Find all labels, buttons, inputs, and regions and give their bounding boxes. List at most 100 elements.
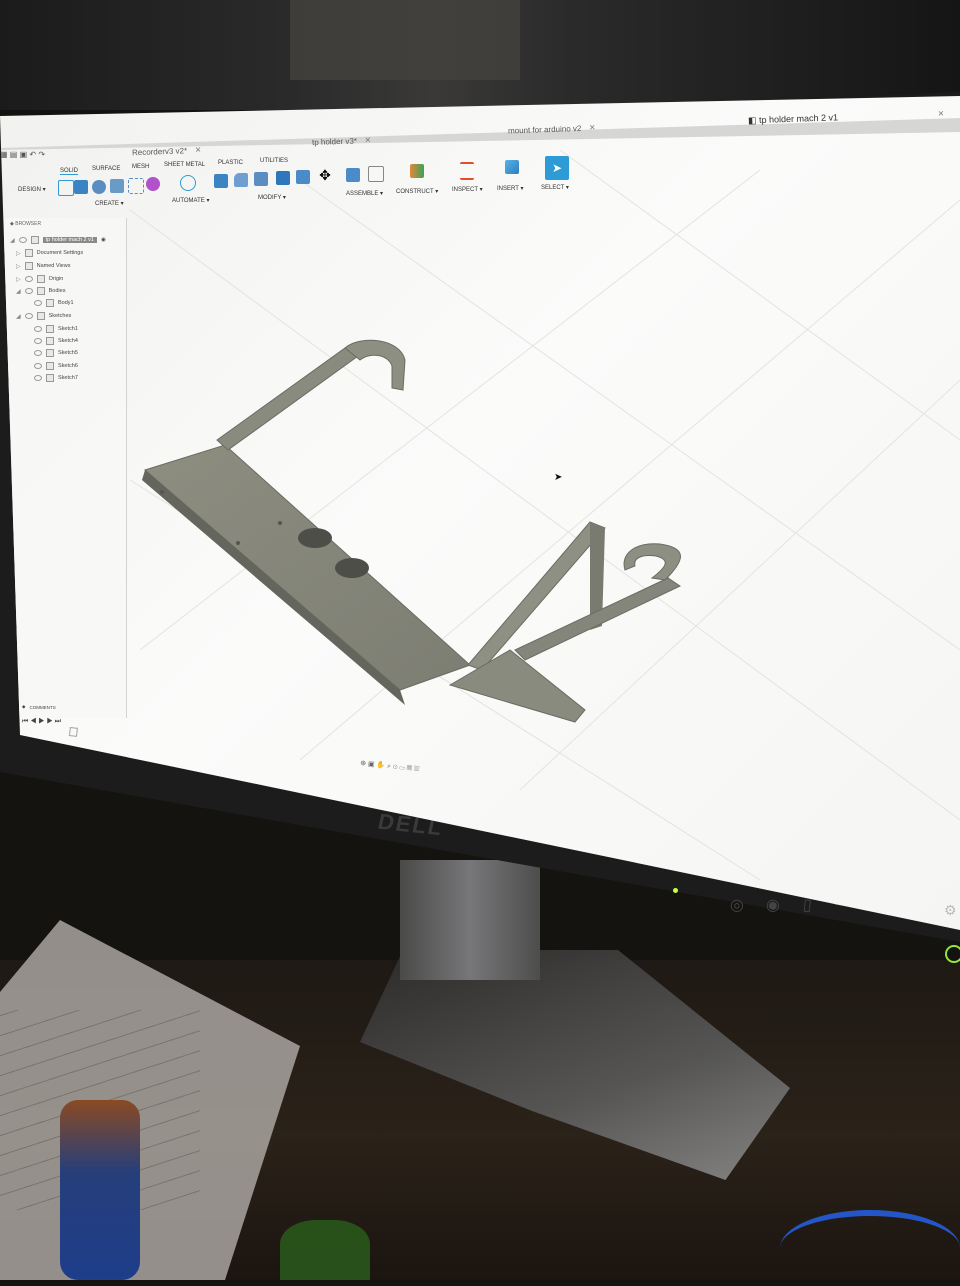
mount-hole-1[interactable] bbox=[298, 528, 332, 548]
body-icon bbox=[46, 299, 54, 307]
hole-icon[interactable] bbox=[110, 179, 124, 193]
top-hook[interactable] bbox=[344, 339, 406, 391]
assemble-menu[interactable]: ASSEMBLE ▾ bbox=[346, 190, 383, 197]
construct-plane-icon[interactable] bbox=[410, 164, 424, 178]
orbit-icon[interactable]: ⊕ bbox=[360, 760, 367, 768]
tree-item-sketch6[interactable]: Sketch6 bbox=[34, 362, 78, 370]
close-icon[interactable]: × bbox=[589, 122, 595, 133]
mouse-cursor-icon: ➤ bbox=[554, 472, 563, 483]
timeline-sketch-icon[interactable] bbox=[68, 727, 78, 737]
shell-icon[interactable] bbox=[276, 171, 290, 185]
close-icon[interactable]: × bbox=[365, 135, 371, 146]
visibility-icon[interactable] bbox=[34, 350, 42, 356]
collapse-icon[interactable]: ◢ bbox=[10, 237, 15, 244]
input-icon[interactable]: ◎ bbox=[729, 894, 745, 915]
folder-icon bbox=[36, 312, 45, 320]
fit-icon[interactable]: ⊙ bbox=[393, 763, 398, 770]
tree-item-sketches[interactable]: ◢ Sketches bbox=[16, 312, 71, 320]
move-icon[interactable]: ✥ bbox=[318, 168, 332, 182]
rear-arm[interactable] bbox=[216, 347, 359, 451]
activate-icon[interactable]: ◉ bbox=[101, 237, 106, 243]
menu-icon[interactable]: ◉ bbox=[765, 894, 782, 915]
tab-surface[interactable]: SURFACE bbox=[92, 166, 120, 172]
file-icon[interactable]: ▤ bbox=[10, 150, 18, 159]
create-sketch-icon[interactable] bbox=[58, 180, 74, 196]
tab-mesh[interactable]: MESH bbox=[132, 164, 149, 170]
zoom-icon[interactable]: ⌕ bbox=[387, 763, 392, 770]
chamfer-icon[interactable] bbox=[254, 172, 268, 186]
tree-item-sketch7[interactable]: Sketch7 bbox=[34, 374, 78, 382]
tab-tp-holder-v3[interactable]: tp holder v3* × bbox=[312, 135, 371, 148]
undo-icon[interactable]: ↶ bbox=[29, 150, 36, 159]
visibility-icon[interactable] bbox=[24, 313, 33, 319]
mount-hole-2[interactable] bbox=[335, 558, 369, 578]
save-icon[interactable]: ▣ bbox=[20, 150, 28, 159]
usb-cable bbox=[780, 1210, 960, 1286]
redo-icon[interactable]: ↷ bbox=[38, 150, 45, 159]
power-led bbox=[673, 888, 678, 893]
power-button[interactable] bbox=[945, 945, 960, 963]
visibility-icon[interactable] bbox=[34, 338, 42, 344]
measure-icon[interactable] bbox=[460, 162, 474, 180]
tab-utilities[interactable]: UTILITIES bbox=[260, 158, 288, 164]
look-at-icon[interactable]: ▣ bbox=[368, 761, 375, 769]
tree-root-label: tp holder mach 2 v1 bbox=[42, 237, 97, 243]
extrude-icon[interactable] bbox=[74, 180, 88, 194]
tree-root[interactable]: ◢ tp holder mach 2 v1 ◉ bbox=[10, 236, 106, 244]
automate-icon[interactable] bbox=[180, 175, 196, 191]
fillet-icon[interactable] bbox=[234, 173, 248, 187]
revolve-icon[interactable] bbox=[92, 180, 106, 194]
viewports-icon[interactable]: ▥ bbox=[414, 766, 420, 774]
tree-item-origin[interactable]: ▷ Origin bbox=[16, 275, 63, 283]
tab-label: tp holder mach 2 v1 bbox=[758, 112, 839, 126]
visibility-icon[interactable] bbox=[34, 363, 42, 369]
new-component-icon[interactable] bbox=[346, 168, 360, 182]
tab-solid[interactable]: SOLID bbox=[60, 168, 79, 175]
modify-menu[interactable]: MODIFY ▾ bbox=[258, 194, 286, 201]
combine-icon[interactable] bbox=[296, 170, 310, 184]
triangle-foot[interactable] bbox=[448, 649, 586, 723]
tree-item-sketch5[interactable]: Sketch5 bbox=[34, 349, 78, 357]
base-plate[interactable] bbox=[143, 444, 471, 691]
visibility-icon[interactable] bbox=[34, 300, 42, 306]
tab-plastic[interactable]: PLASTIC bbox=[218, 160, 243, 166]
inspect-menu[interactable]: INSPECT ▾ bbox=[452, 186, 483, 193]
form-icon[interactable] bbox=[146, 177, 160, 191]
app-menu-icons[interactable]: ▦ ▤ ▣ ↶ ↷ bbox=[0, 150, 45, 159]
visibility-icon[interactable] bbox=[24, 276, 33, 282]
create-menu[interactable]: CREATE ▾ bbox=[95, 200, 124, 207]
close-icon[interactable]: × bbox=[195, 145, 201, 156]
insert-image-icon[interactable] bbox=[505, 160, 519, 174]
workspace-switcher[interactable]: DESIGN ▾ bbox=[18, 186, 46, 193]
browser-header[interactable]: ◆ BROWSER bbox=[4, 218, 126, 230]
construct-menu[interactable]: CONSTRUCT ▾ bbox=[396, 188, 438, 195]
model-body1[interactable] bbox=[120, 330, 720, 750]
display-settings-icon[interactable]: ▭ bbox=[399, 764, 405, 772]
joint-icon[interactable] bbox=[368, 166, 384, 182]
close-icon[interactable]: × bbox=[938, 109, 944, 120]
grid-settings-icon[interactable]: ▦ bbox=[406, 765, 412, 773]
tree-item-sketch1[interactable]: Sketch1 bbox=[34, 325, 78, 333]
comments-panel[interactable]: ◆ COMMENTS bbox=[22, 704, 56, 710]
side-hook[interactable] bbox=[623, 543, 681, 581]
visibility-icon[interactable] bbox=[24, 288, 33, 294]
tree-item-body1[interactable]: Body1 bbox=[34, 299, 74, 307]
pattern-icon[interactable] bbox=[128, 178, 144, 194]
select-cursor-icon[interactable]: ➤ bbox=[545, 156, 569, 180]
tab-sheet-metal[interactable]: SHEET METAL bbox=[164, 162, 205, 168]
tree-item-sketch4[interactable]: Sketch4 bbox=[34, 337, 78, 345]
gear-icon bbox=[24, 249, 33, 257]
tree-item-named-views[interactable]: ▷ Named Views bbox=[16, 262, 70, 270]
tree-item-document-settings[interactable]: ▷ Document Settings bbox=[16, 249, 83, 257]
visibility-icon[interactable] bbox=[34, 375, 42, 381]
visibility-icon[interactable] bbox=[34, 326, 42, 332]
press-pull-icon[interactable] bbox=[214, 174, 228, 188]
visibility-icon[interactable] bbox=[18, 237, 27, 243]
timeline-playback-controls[interactable]: ⏮ ◀ ▶ ▶ ⏭ bbox=[22, 718, 61, 726]
tree-item-bodies[interactable]: ◢ Bodies bbox=[16, 287, 65, 295]
insert-menu[interactable]: INSERT ▾ bbox=[497, 185, 523, 192]
gear-icon[interactable]: ⚙ bbox=[944, 902, 957, 919]
pan-icon[interactable]: ✋ bbox=[376, 762, 385, 770]
automate-menu[interactable]: AUTOMATE ▾ bbox=[172, 197, 209, 204]
select-menu[interactable]: SELECT ▾ bbox=[541, 184, 569, 191]
